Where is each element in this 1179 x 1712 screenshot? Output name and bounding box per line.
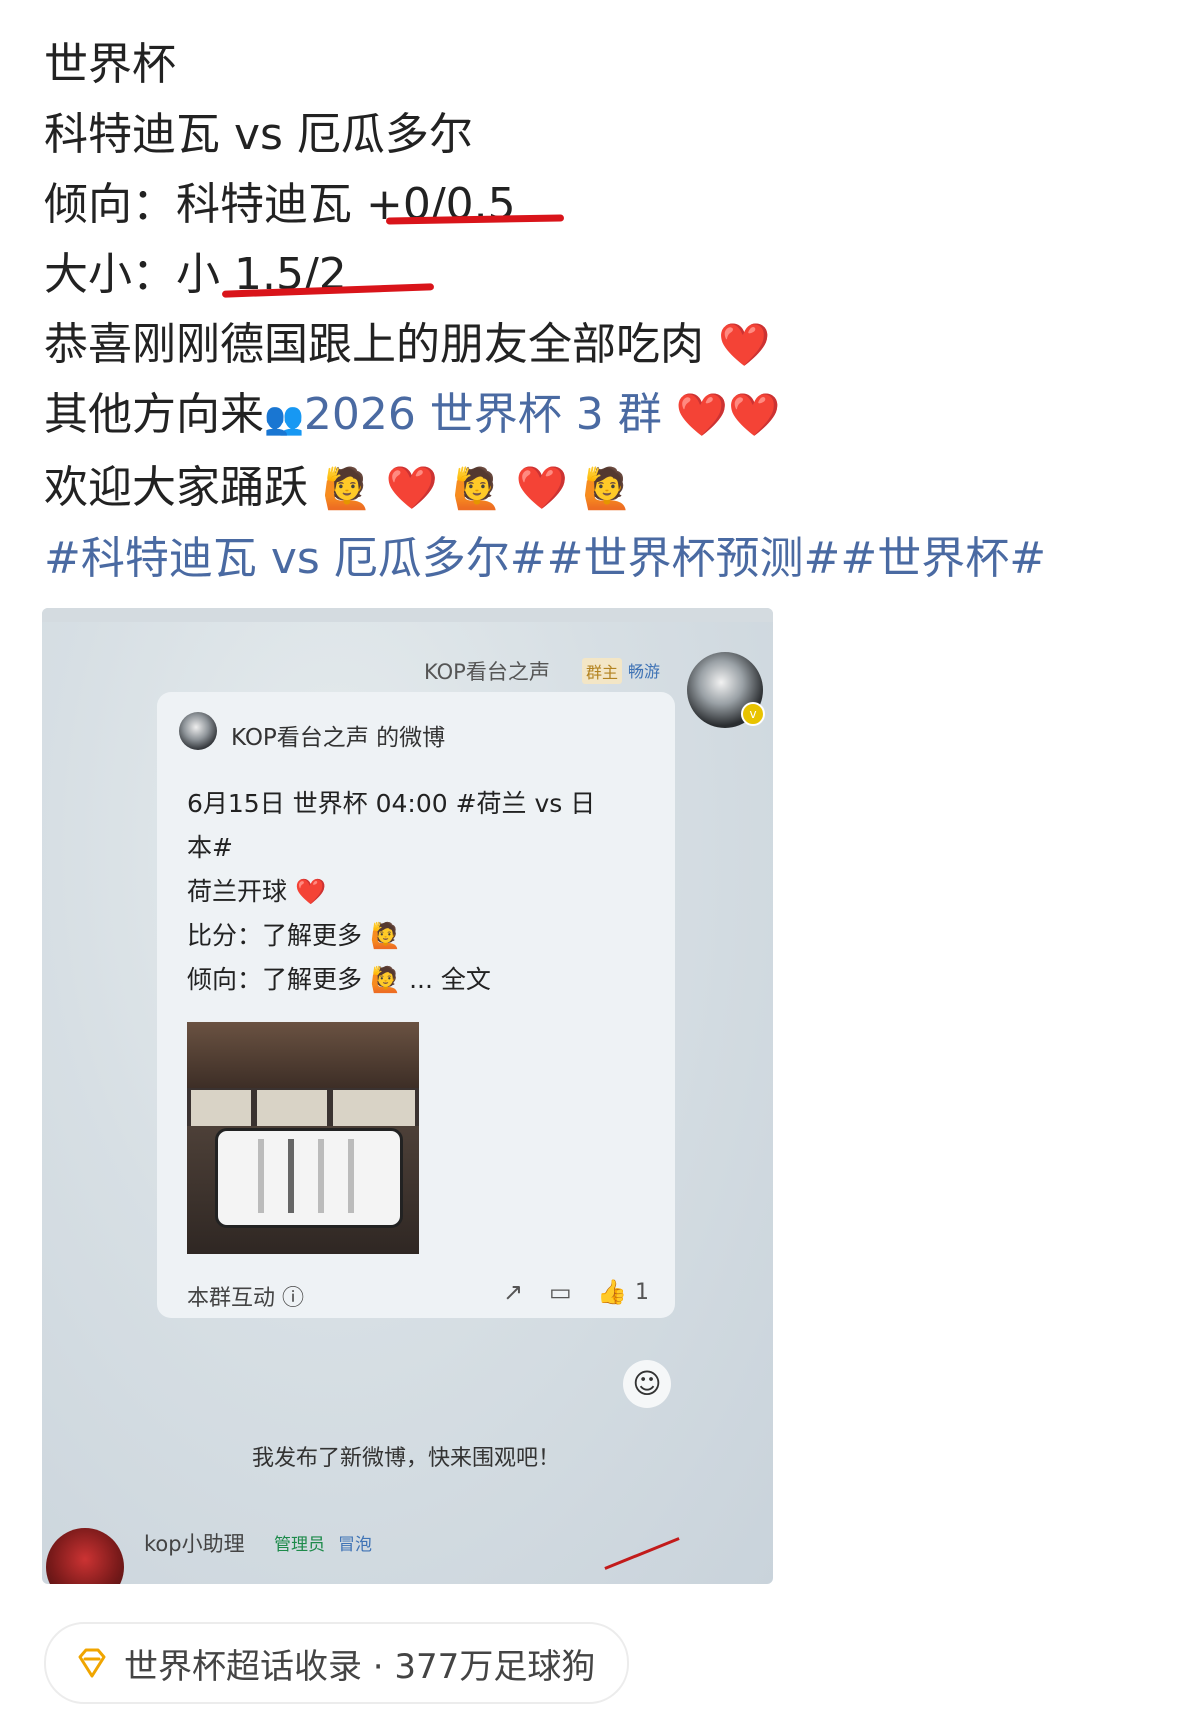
card-line: 本#: [187, 833, 233, 862]
emoji-reaction-icon: ☺: [623, 1360, 671, 1408]
group-interaction-label: 本群互动 ⓘ: [187, 1286, 304, 1311]
card-body: 6月15日 世界杯 04:00 #荷兰 vs 日 本# 荷兰开球 ❤️ 比分：了…: [187, 782, 657, 1002]
cheer-emoji-icon: 🙋: [369, 965, 402, 994]
cheer-emoji-icon: 🙋: [582, 466, 633, 512]
shared-weibo-card: KOP看台之声 的微博 6月15日 世界杯 04:00 #荷兰 vs 日 本# …: [157, 692, 675, 1318]
card-image: [187, 1022, 419, 1254]
group-chat-icon[interactable]: 👥: [264, 399, 304, 437]
post-line-congrats: 恭喜刚刚德国跟上的朋友全部吃肉 ❤️: [44, 310, 1144, 380]
share-icon: ↗: [503, 1278, 524, 1306]
avatar: [46, 1528, 124, 1584]
comment-icon: ▭: [549, 1278, 572, 1306]
cheer-emoji-icon: 🙋: [369, 921, 402, 950]
congrats-text: 恭喜刚刚德国跟上的朋友全部吃肉: [44, 319, 704, 370]
post-content: 世界杯 科特迪瓦 vs 厄瓜多尔 倾向：科特迪瓦 +0/0.5 大小：小 1.5…: [44, 30, 1144, 594]
card-line: 荷兰开球 ❤️: [187, 870, 657, 914]
heart-emoji-icon: ❤️: [675, 390, 729, 439]
group-chat-link[interactable]: 2026 世界杯 3 群: [304, 389, 662, 440]
vip-badge: 畅游: [628, 662, 661, 681]
card-line-text: 倾向：了解更多: [187, 965, 363, 994]
bubble-badge: 冒泡: [338, 1535, 372, 1555]
red-pen-mark: [604, 1537, 680, 1570]
avatar: [179, 712, 217, 750]
card-line: 比分：了解更多 🙋: [187, 914, 657, 958]
cheer-emoji-icon: 🙋: [452, 466, 502, 512]
verified-icon: v: [741, 702, 765, 726]
card-more-link: ... 全文: [409, 965, 491, 994]
post-line-title: 世界杯: [44, 39, 176, 90]
hashtag-links[interactable]: #科特迪瓦 vs 厄瓜多尔##世界杯预测##世界杯#: [44, 524, 1144, 594]
like-count: 1: [635, 1280, 649, 1305]
group-prefix-text: 其他方向来: [44, 389, 264, 440]
post-line-welcome: 欢迎大家踊跃 🙋 ❤️ 🙋 ❤️ 🙋: [44, 453, 1144, 524]
card-line: 6月15日 世界杯 04:00 #荷兰 vs 日: [187, 789, 596, 818]
avatar: v: [687, 652, 765, 728]
sender-name: KOP看台之声: [424, 660, 550, 684]
heart-emoji-icon: ❤️: [718, 320, 771, 369]
owner-badge: 群主: [582, 658, 623, 684]
card-line-text: 荷兰开球: [187, 877, 288, 906]
heart-emoji-icon: ❤️: [294, 877, 327, 906]
heart-emoji-icon: ❤️: [515, 463, 569, 512]
cheer-emoji-icon: 🙋: [322, 466, 372, 512]
diamond-icon: [78, 1648, 106, 1678]
post-line-tendency: 倾向：科特迪瓦 +0/0.5: [44, 179, 516, 230]
super-topic-chip[interactable]: 世界杯超话收录 · 377万足球狗: [44, 1622, 630, 1704]
photo-top-edge: [42, 608, 773, 622]
card-line: 倾向：了解更多 🙋 ... 全文: [187, 958, 657, 1002]
assistant-name: kop小助理: [144, 1532, 245, 1556]
admin-badge: 管理员: [274, 1535, 325, 1555]
post-line-group: 其他方向来👥2026 世界杯 3 群 ❤️❤️: [44, 380, 1144, 453]
like-icon: 👍: [597, 1278, 627, 1306]
heart-emoji-icon: ❤️: [385, 463, 439, 512]
card-title: KOP看台之声 的微博: [231, 725, 446, 751]
post-photo[interactable]: KOP看台之声 群主 畅游 v KOP看台之声 的微博 6月15日 世界杯 04…: [42, 608, 773, 1584]
heart-emoji-icon: ❤️: [728, 390, 781, 439]
welcome-text: 欢迎大家踊跃: [44, 462, 308, 513]
post-line-total: 大小：小 1.5/2: [44, 249, 347, 300]
system-notice: 我发布了新微博，快来围观吧！: [252, 1446, 561, 1471]
card-line-text: 比分：了解更多: [187, 921, 363, 950]
super-topic-label: 世界杯超话收录 · 377万足球狗: [124, 1646, 596, 1687]
post-line-match: 科特迪瓦 vs 厄瓜多尔: [44, 109, 473, 160]
